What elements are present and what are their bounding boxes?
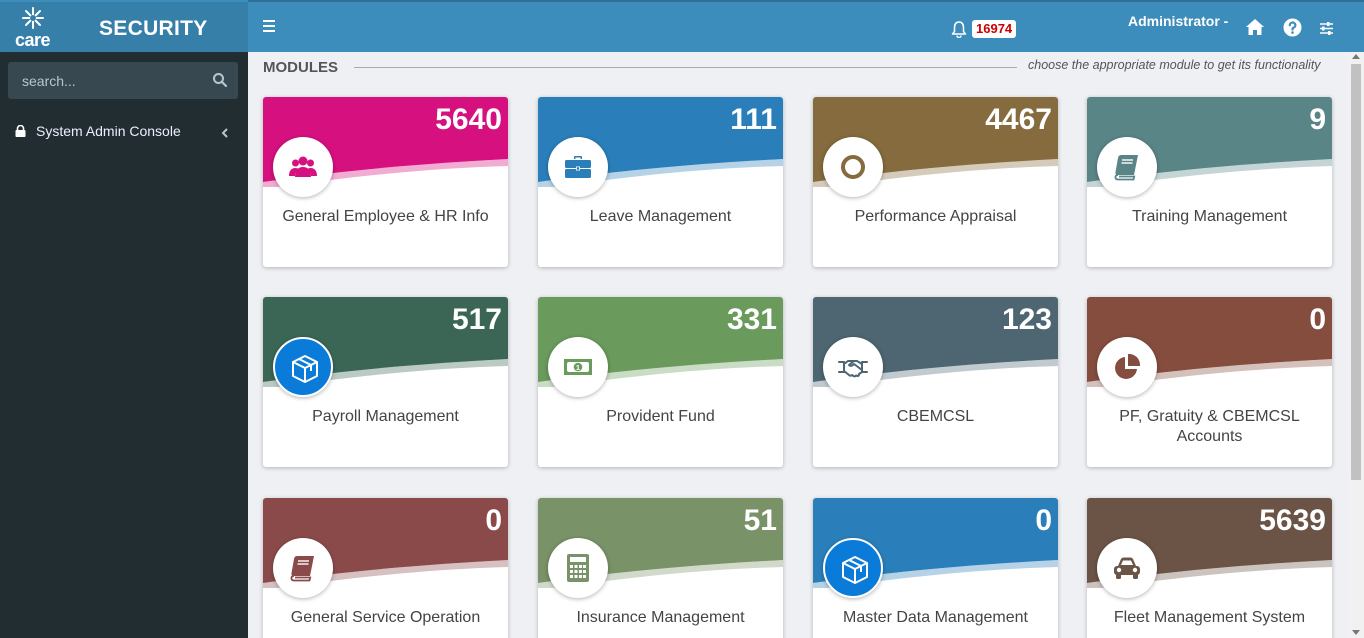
module-card[interactable]: 517 Payroll Management: [263, 297, 508, 467]
notification-count-badge[interactable]: 16974: [972, 20, 1017, 38]
module-name: General Service Operation: [290, 609, 481, 626]
module-icon-circle: [1097, 337, 1157, 397]
module-card[interactable]: 0 PF, Gratuity & CBEMCSL Accounts: [1087, 297, 1332, 467]
brand-bar: care SECURITY: [0, 0, 248, 52]
module-icon-circle: [273, 337, 333, 397]
module-count: 111: [730, 103, 777, 136]
scroll-up-icon[interactable]: [1352, 54, 1360, 59]
lock-icon: [15, 124, 26, 137]
module-icon-circle: [273, 538, 333, 598]
module-card[interactable]: 9 Training Management: [1087, 97, 1332, 267]
module-card[interactable]: 331 1 Provident Fund: [538, 297, 783, 467]
logo-text: care: [15, 30, 51, 50]
module-name: Payroll Management: [312, 408, 459, 425]
module-count: 4467: [985, 103, 1052, 136]
chevron-left-icon: [221, 125, 229, 138]
search-input[interactable]: [8, 62, 204, 99]
module-name: Leave Management: [589, 208, 732, 225]
module-card[interactable]: 4467 Performance Appraisal: [813, 97, 1058, 267]
module-card[interactable]: 51 Insurance Management: [538, 498, 783, 638]
module-count: 123: [1001, 303, 1052, 336]
module-card[interactable]: 5639 Fleet Management System: [1087, 498, 1332, 638]
svg-text:1: 1: [576, 363, 580, 372]
module-count: 5640: [435, 103, 502, 136]
app-title: SECURITY: [99, 17, 208, 40]
module-name: Fleet Management System: [1113, 609, 1306, 626]
module-name: Training Management: [1131, 208, 1288, 225]
module-card[interactable]: 5640 General Employee & HR Info: [263, 97, 508, 267]
menu-toggle-icon[interactable]: [263, 20, 275, 32]
search-box: [8, 62, 238, 99]
module-icon-circle: [548, 137, 608, 197]
sidebar: care SECURITY System Admin Console: [0, 0, 248, 638]
scrollbar-thumb[interactable]: [1351, 64, 1361, 480]
module-name: CBEMCSL: [896, 408, 975, 425]
user-menu[interactable]: Administrator -: [1128, 13, 1228, 29]
module-count: 0: [1035, 504, 1052, 537]
module-card[interactable]: 0 Master Data Management: [813, 498, 1058, 638]
module-icon-circle: [823, 538, 883, 598]
home-icon[interactable]: [1245, 18, 1265, 36]
module-icon-circle: 1: [548, 337, 608, 397]
module-icon-circle: [548, 538, 608, 598]
scrollbar[interactable]: [1348, 52, 1364, 638]
module-card[interactable]: 0 General Service Operation: [263, 498, 508, 638]
module-icon-circle: [273, 137, 333, 197]
module-count: 0: [1309, 303, 1326, 336]
help-icon[interactable]: [1283, 18, 1302, 37]
scroll-down-icon[interactable]: [1352, 630, 1360, 635]
main-content: MODULES choose the appropriate module to…: [248, 52, 1348, 638]
module-name: Performance Appraisal: [854, 208, 1017, 225]
sidebar-item-label: System Admin Console: [36, 123, 181, 139]
top-navbar: 16974 Administrator -: [248, 0, 1364, 52]
module-card[interactable]: 123 CBEMCSL: [813, 297, 1058, 467]
module-count: 331: [726, 303, 777, 336]
module-name: PF, Gratuity & CBEMCSL Accounts: [1119, 408, 1300, 445]
search-icon[interactable]: [212, 72, 228, 88]
module-count: 51: [743, 504, 777, 537]
sidebar-item-system-admin-console[interactable]: System Admin Console: [0, 117, 248, 145]
module-count: 0: [485, 504, 502, 537]
module-icon-circle: [823, 137, 883, 197]
module-count: 9: [1309, 103, 1326, 136]
care-logo[interactable]: care: [14, 6, 58, 50]
modules-hint: choose the appropriate module to get its…: [1028, 58, 1321, 72]
bell-icon[interactable]: [950, 20, 968, 39]
module-icon-circle: [1097, 538, 1157, 598]
module-count: 5639: [1259, 504, 1326, 537]
module-name: Insurance Management: [576, 609, 745, 626]
module-name: Provident Fund: [606, 408, 715, 425]
module-name: Master Data Management: [843, 609, 1028, 626]
module-name: General Employee & HR Info: [282, 208, 489, 225]
module-icon-circle: [823, 337, 883, 397]
settings-sliders-icon[interactable]: [1319, 21, 1334, 36]
heading-divider: [354, 67, 1017, 68]
module-card[interactable]: 111 Leave Management: [538, 97, 783, 267]
modules-heading: MODULES: [263, 59, 338, 76]
module-count: 517: [451, 303, 502, 336]
module-icon-circle: [1097, 137, 1157, 197]
